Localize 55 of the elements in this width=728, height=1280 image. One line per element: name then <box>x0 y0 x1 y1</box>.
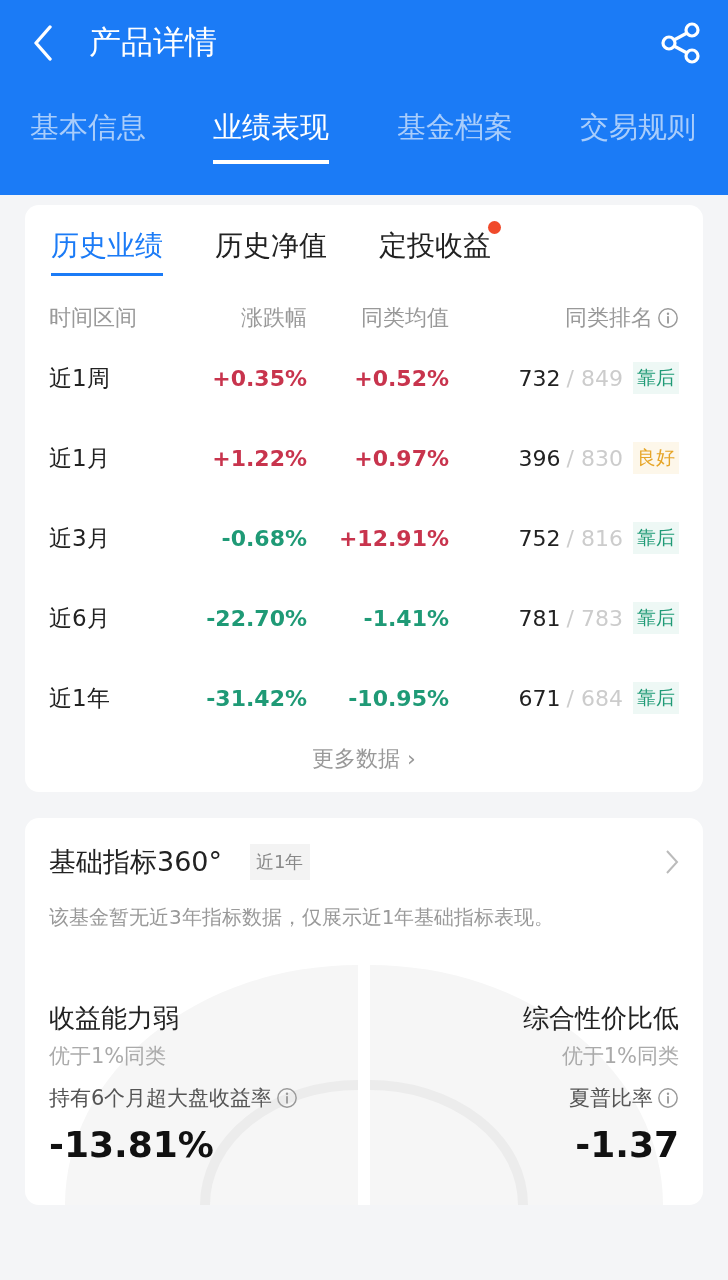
period-tag: 近1年 <box>250 844 310 880</box>
tab[interactable]: 历史业绩 <box>51 227 163 276</box>
table-cell-text: 近1年 <box>49 683 111 713</box>
table-cell: -1.41% <box>363 605 449 631</box>
table-cell: -10.95% <box>348 685 449 711</box>
tab[interactable]: 基金档案 <box>396 108 513 164</box>
info-icon[interactable] <box>657 1087 679 1109</box>
metric-value: -13.81% <box>49 1124 215 1165</box>
rating-tag: 靠后 <box>633 362 679 394</box>
table-cell: +12.91% <box>338 525 449 551</box>
metric-verdict: 收益能力弱 <box>49 1002 180 1035</box>
rank-number: 752 <box>518 525 561 551</box>
rank-number: 396 <box>518 445 561 471</box>
table-cell: -31.42% <box>206 685 307 711</box>
note-text: 该基金暂无近3年指标数据，仅展示近1年基础指标表现。 <box>49 904 556 931</box>
column-header: 同类排名 <box>565 303 679 333</box>
info-icon[interactable] <box>276 1087 299 1109</box>
table-cell-text: 近1月 <box>49 443 111 473</box>
tab[interactable]: 业绩表现 <box>213 108 330 164</box>
chevron-right-icon[interactable] <box>665 849 679 875</box>
rank-number: 671 <box>518 685 561 711</box>
metric-comparison: 优于1%同类 <box>561 1043 679 1070</box>
rating-tag: 靠后 <box>633 522 679 554</box>
table-cell-text: 近6月 <box>49 603 111 633</box>
metric-label: 夏普比率 <box>569 1085 653 1112</box>
table-cell: +1.22% <box>212 445 307 471</box>
table-cell: +0.97% <box>354 445 449 471</box>
table-cell: -22.70% <box>206 605 307 631</box>
rank-number: 781 <box>518 605 561 631</box>
rank-number: 732 <box>518 365 561 391</box>
share-icon[interactable] <box>660 22 702 64</box>
table-cell: +0.35% <box>212 365 307 391</box>
info-icon[interactable] <box>657 307 679 329</box>
metric-comparison: 优于1%同类 <box>49 1043 168 1070</box>
tab[interactable]: 历史净值 <box>215 227 327 276</box>
column-header: 时间区间 <box>49 304 138 332</box>
tab[interactable]: 基本信息 <box>30 108 146 164</box>
page-title: 产品详情 <box>89 22 218 63</box>
table-cell: +0.52% <box>354 365 449 391</box>
more-data-link[interactable]: 更多数据 › <box>294 744 434 774</box>
rating-tag: 良好 <box>633 442 679 474</box>
table-cell-text: 近1周 <box>49 363 111 393</box>
table-cell: -0.68% <box>221 525 307 551</box>
back-icon[interactable] <box>33 25 53 61</box>
column-header: 同类均值 <box>361 304 449 332</box>
metric-label: 持有6个月超大盘收益率 <box>49 1085 273 1112</box>
section-title: 基础指标360° <box>49 845 223 879</box>
tab[interactable]: 交易规则 <box>580 108 696 164</box>
table-cell-text: 近3月 <box>49 523 111 553</box>
rating-tag: 靠后 <box>633 602 679 634</box>
tab[interactable]: 定投收益 <box>379 227 491 276</box>
column-header: 涨跌幅 <box>241 304 307 332</box>
rating-tag: 靠后 <box>633 682 679 714</box>
metric-value: -1.37 <box>575 1124 679 1165</box>
metric-verdict: 综合性价比低 <box>523 1002 679 1035</box>
